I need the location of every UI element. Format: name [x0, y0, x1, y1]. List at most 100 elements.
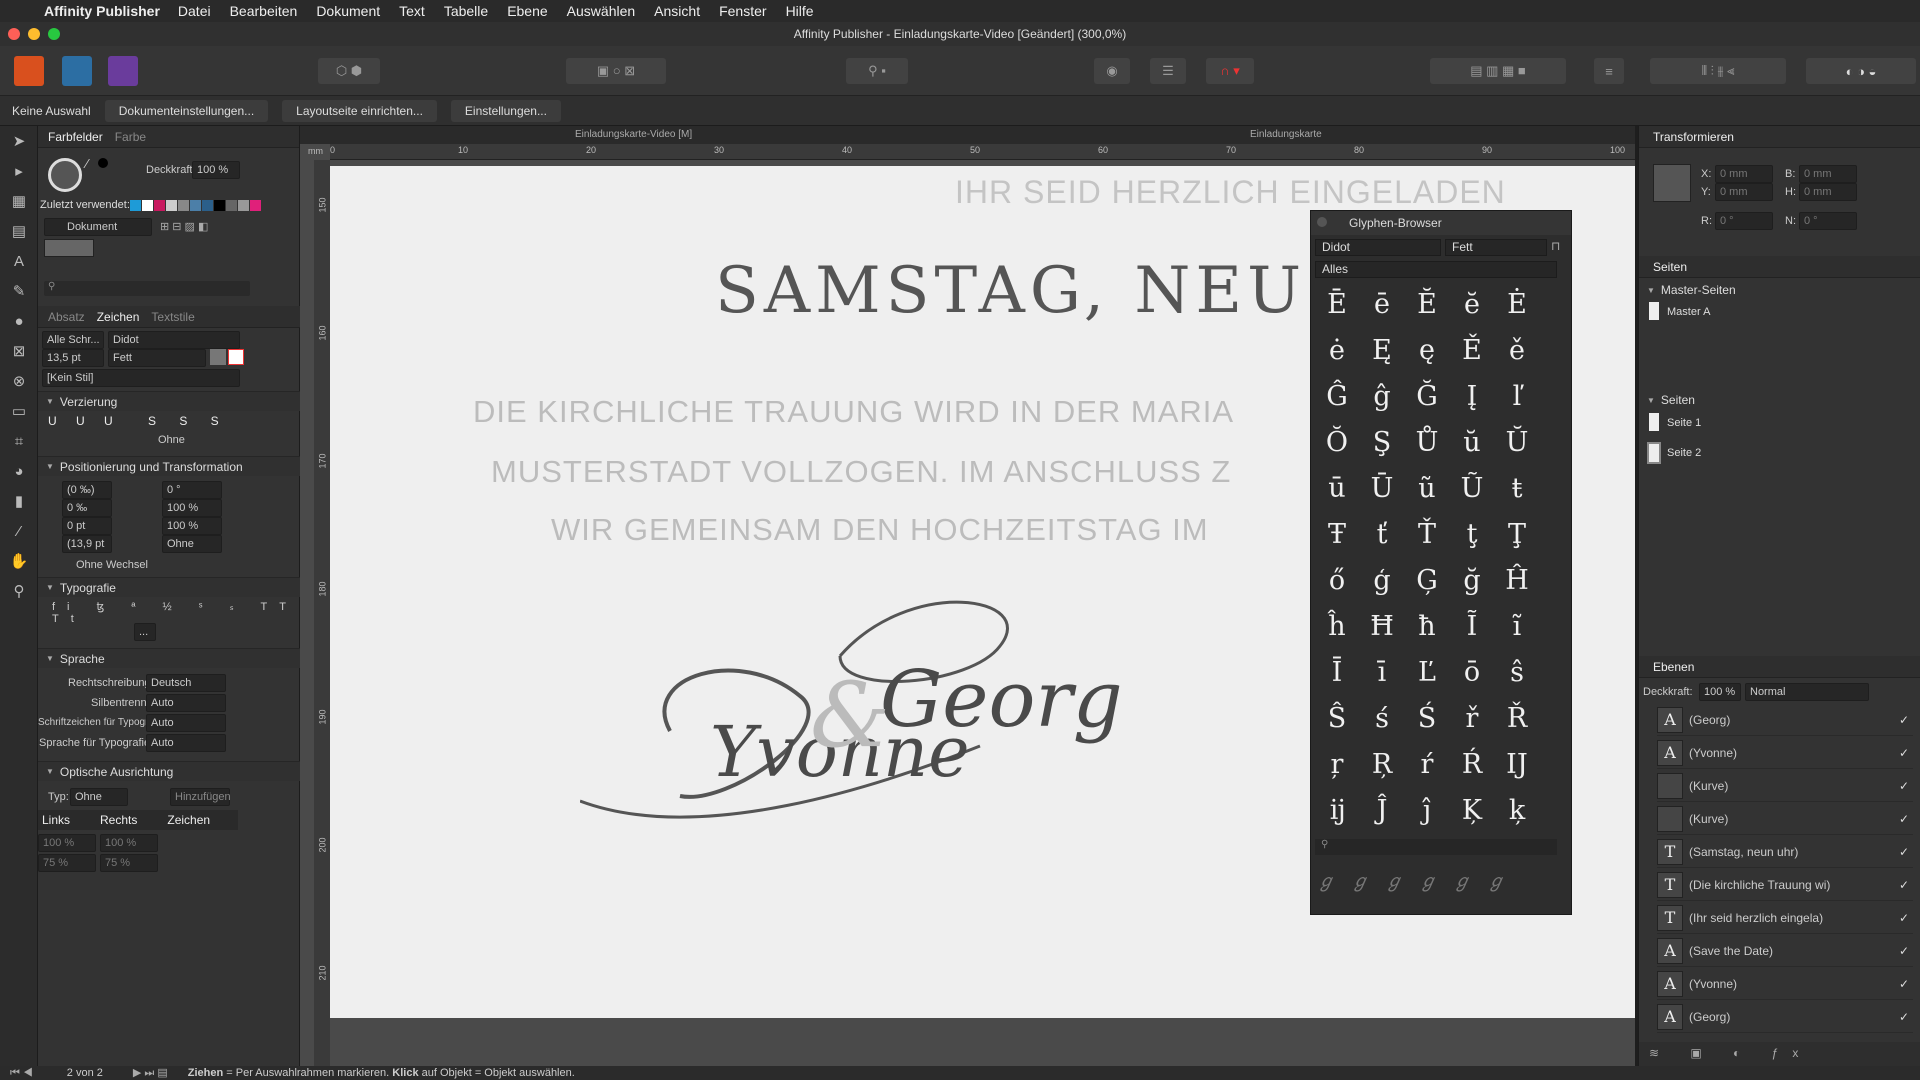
glyph-cell[interactable]: ĵ — [1405, 789, 1449, 833]
master-a-thumbnail[interactable] — [1649, 302, 1659, 320]
position-select[interactable]: Ohne — [162, 535, 222, 553]
recent-color-swatch[interactable] — [250, 200, 261, 211]
glyph-cell[interactable]: Ũ — [1450, 467, 1494, 511]
hyphenation-select[interactable]: Auto — [146, 694, 226, 712]
menu-fenster[interactable]: Fenster — [719, 3, 766, 19]
glyph-cell[interactable]: Ĝ — [1315, 375, 1359, 419]
glyph-browser-header[interactable]: Glyphen-Browser — [1311, 211, 1571, 235]
typo-language-select[interactable]: Auto — [146, 734, 226, 752]
glyph-cell[interactable]: ĕ — [1450, 283, 1494, 327]
pen-tool-icon[interactable]: ✎ — [0, 276, 38, 306]
glyph-cell[interactable]: ŭ — [1450, 421, 1494, 465]
anchor-grid[interactable] — [1653, 164, 1691, 202]
height-field[interactable]: 0 mm — [1799, 183, 1857, 201]
fill-stroke-well[interactable] — [48, 158, 82, 192]
glyph-cell[interactable]: Ţ — [1495, 513, 1539, 557]
swatch-grey-row[interactable] — [44, 239, 94, 257]
pin-buttons[interactable]: ⚲ ▪ — [846, 58, 908, 84]
palette-select[interactable]: Dokument — [44, 218, 152, 236]
glyph-cell[interactable]: ī — [1360, 651, 1404, 695]
transparency-tool-icon[interactable]: ▮ — [0, 486, 38, 516]
minimize-window-button[interactable] — [28, 28, 40, 40]
horizontal-ruler[interactable]: 0 10 20 30 40 50 60 70 80 90 100 — [330, 144, 1635, 160]
align-button[interactable]: ≡ — [1594, 58, 1624, 84]
picker-icon[interactable]: ⁄ — [86, 156, 88, 171]
tab-character[interactable]: Zeichen — [97, 310, 140, 324]
glyph-cell[interactable]: Ę — [1360, 329, 1404, 373]
font-collection-select[interactable]: Alle Schr... — [42, 331, 104, 349]
tab-paragraph[interactable]: Absatz — [48, 310, 85, 324]
document-settings-button[interactable]: Dokumenteinstellungen... — [104, 99, 269, 122]
glyph-search-input[interactable]: ⚲ — [1315, 839, 1557, 855]
layer-visibility-checkbox[interactable]: ✓ — [1899, 779, 1913, 793]
spelling-select[interactable]: Deutsch — [146, 674, 226, 692]
page-text-line4[interactable]: MUSTERSTADT VOLLZOGEN. IM ANSCHLUSS Z — [491, 454, 1231, 490]
layer-row[interactable]: A (Georg) ✓ — [1657, 704, 1913, 736]
layer-row[interactable]: A (Save the Date) ✓ — [1657, 935, 1913, 967]
hscale-field[interactable]: 100 % — [162, 517, 222, 535]
snapping-magnet-icon[interactable]: ∩ ▾ — [1206, 58, 1254, 84]
hand-tool-icon[interactable]: ✋ — [0, 546, 38, 576]
glyph-cell[interactable]: ĥ — [1315, 605, 1359, 649]
glyph-cell[interactable]: ĝ — [1360, 375, 1404, 419]
layer-row[interactable]: A (Yvonne) ✓ — [1657, 968, 1913, 1000]
frame-text-tool-icon[interactable]: ▦ — [0, 186, 38, 216]
opt-row2-right[interactable]: 75 % — [100, 854, 158, 872]
layer-visibility-checkbox[interactable]: ✓ — [1899, 977, 1913, 991]
layer-row[interactable]: (Kurve) ✓ — [1657, 770, 1913, 802]
leading-field[interactable]: (13,9 pt — [62, 535, 112, 553]
glyph-cell[interactable]: ĩ — [1495, 605, 1539, 649]
layer-opacity-field[interactable]: 100 % — [1699, 683, 1741, 701]
page-1-label[interactable]: Seite 1 — [1667, 417, 1701, 429]
glyph-cell[interactable]: Ĕ — [1405, 283, 1449, 327]
glyph-cell[interactable]: Ė — [1495, 283, 1539, 327]
strikethrough-buttons[interactable]: S S S — [148, 414, 229, 428]
glyph-cell[interactable]: ğ — [1450, 559, 1494, 603]
fill-tool-icon[interactable]: ◕ — [0, 456, 38, 486]
glyph-cell[interactable]: Ē — [1315, 283, 1359, 327]
glyph-cell[interactable]: Ī — [1315, 651, 1359, 695]
glyph-cell[interactable]: Ŗ — [1360, 743, 1404, 787]
glyph-cell[interactable]: ţ — [1450, 513, 1494, 557]
glyph-cell[interactable]: ķ — [1495, 789, 1539, 833]
glyph-weight-select[interactable]: Fett — [1445, 239, 1547, 256]
layer-row[interactable]: T (Die kirchliche Trauung wi) ✓ — [1657, 869, 1913, 901]
glyph-cell[interactable]: Ş — [1360, 421, 1404, 465]
glyph-cell[interactable]: ō — [1450, 651, 1494, 695]
underline-buttons[interactable]: U U U — [48, 414, 121, 428]
recent-color-swatch[interactable] — [154, 200, 165, 211]
glyph-cell[interactable]: Ŭ — [1495, 421, 1539, 465]
page-text-date[interactable]: SAMSTAG, NEU — [715, 254, 1306, 328]
crop-tool-icon[interactable]: ⌗ — [0, 426, 38, 456]
menu-bearbeiten[interactable]: Bearbeiten — [230, 3, 298, 19]
recent-color-swatch[interactable] — [238, 200, 249, 211]
master-a-label[interactable]: Master A — [1667, 306, 1710, 318]
layer-visibility-checkbox[interactable]: ✓ — [1899, 1010, 1913, 1024]
glyph-cell[interactable]: Ŏ — [1315, 421, 1359, 465]
glyph-cell[interactable]: ő — [1315, 559, 1359, 603]
language-section[interactable]: Sprache — [38, 648, 300, 668]
distribute-buttons[interactable]: ⫴ ⫶ ⫵ ⫷ — [1650, 58, 1786, 84]
glyph-cell[interactable]: Ķ — [1450, 789, 1494, 833]
glyph-cell[interactable]: ě — [1495, 329, 1539, 373]
preferences-button[interactable]: Einstellungen... — [450, 99, 561, 122]
typography-section[interactable]: Typografie — [38, 577, 300, 597]
layer-visibility-checkbox[interactable]: ✓ — [1899, 746, 1913, 760]
glyph-cell[interactable]: Ř — [1495, 697, 1539, 741]
text-color-well[interactable] — [210, 349, 226, 365]
glyph-font-select[interactable]: Didot — [1315, 239, 1441, 256]
layer-visibility-checkbox[interactable]: ✓ — [1899, 911, 1913, 925]
zoom-window-button[interactable] — [48, 28, 60, 40]
typography-buttons[interactable]: fi ꜩ ª ½ ˢ ₛ TT Tt — [52, 600, 299, 625]
type-select[interactable]: Ohne — [70, 788, 128, 806]
page-2-thumbnail[interactable] — [1647, 442, 1661, 464]
glyph-cell[interactable]: Ľ — [1405, 651, 1449, 695]
opt-row2-left[interactable]: 75 % — [38, 854, 96, 872]
glyph-cell[interactable]: ħ — [1405, 605, 1449, 649]
more-typography-button[interactable]: ... — [134, 623, 156, 641]
menu-auswaehlen[interactable]: Auswählen — [567, 3, 636, 19]
glyph-language-select[interactable]: Auto — [146, 714, 226, 732]
menu-datei[interactable]: Datei — [178, 3, 211, 19]
layer-visibility-checkbox[interactable]: ✓ — [1899, 878, 1913, 892]
publisher-persona-icon[interactable] — [14, 56, 44, 86]
